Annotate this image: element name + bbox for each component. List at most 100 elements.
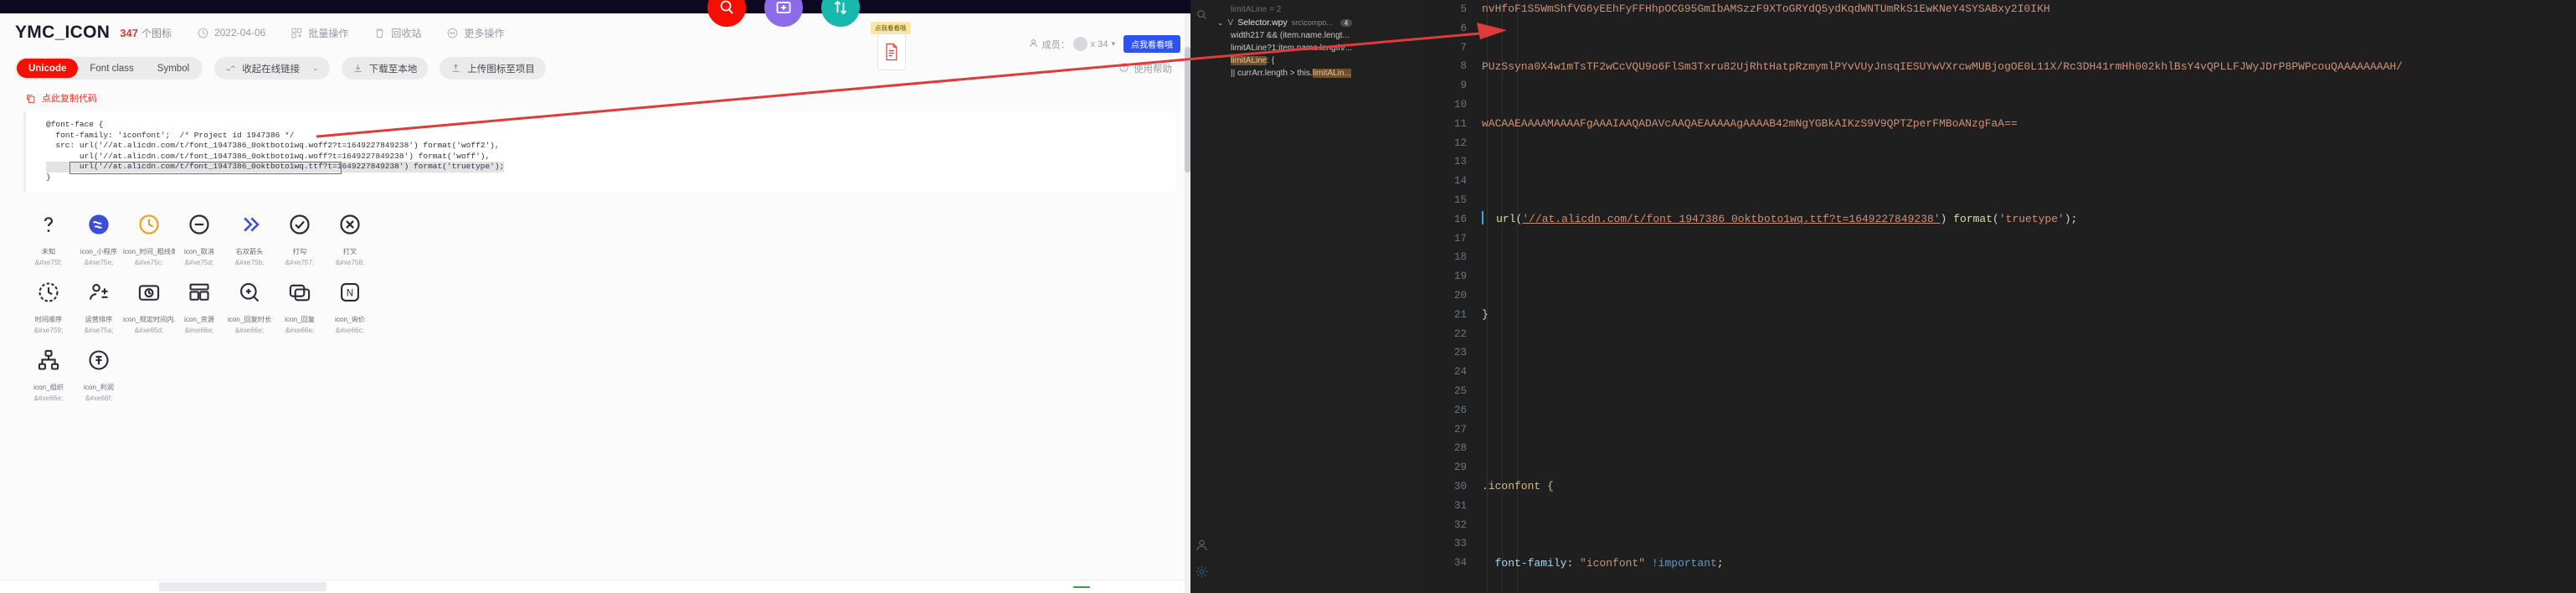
icon-count: 347	[120, 26, 138, 39]
base64-line: wACAAEAAAAMAAAAFgAAAIAAQADAVcAAQAEAAAAAg…	[1482, 117, 2018, 131]
tab-font-class[interactable]: Font class	[78, 59, 145, 78]
bottom-input-chip[interactable]	[159, 582, 326, 591]
icon-name: icon_回复	[285, 315, 315, 323]
icon-name: 打叉	[342, 247, 357, 255]
add-fab[interactable]	[764, 0, 803, 27]
more-operations-button[interactable]: 更多操作	[446, 26, 504, 40]
collapse-online-link-label: 收起在线链接	[242, 64, 301, 75]
chevron-down-icon[interactable]: ⌄	[312, 64, 319, 73]
copy-code-notice[interactable]: 点此复制代码	[25, 91, 1190, 105]
upload-icons-button[interactable]: 上传图标至项目	[440, 57, 546, 80]
search-result-text: : {	[1267, 56, 1275, 65]
chevron-down-icon[interactable]: ▾	[1111, 39, 1115, 49]
list-item[interactable]: icon_规定时间内... &#xe65d;	[123, 278, 175, 334]
line-number: 32	[1453, 518, 1467, 531]
list-item[interactable]: 打叉 &#xe758;	[325, 210, 375, 266]
list-item[interactable]: icon_取消 &#xe75d;	[174, 210, 224, 266]
page-scrollbar-thumb[interactable]	[1185, 47, 1190, 173]
recycle-bin-button[interactable]: 回收站	[373, 26, 421, 40]
tab-unicode[interactable]: Unicode	[17, 59, 79, 78]
app-screen: YMC_ICON 347 个图标 2022-04-06 批量操作 回收站 更多操…	[0, 0, 2576, 593]
mini-program-icon	[85, 210, 113, 239]
project-date: 2022-04-06	[197, 27, 265, 39]
account-icon[interactable]	[1195, 538, 1209, 556]
line-number: 29	[1453, 462, 1467, 474]
line-number: 33	[1453, 538, 1467, 550]
search-results-panel: limitALine = 2 ⌄ V Selector.wpy src\comp…	[1212, 0, 1422, 593]
search-result-row[interactable]: width217 && (item.name.lengt...	[1212, 29, 1422, 42]
code-line-3: url('//at.alicdn.com/t/font_1947386_0okt…	[46, 151, 491, 161]
editor-code-area[interactable]: nvHfoF1S5WmShfVG6yEEhFyFFHhpOCG95GmIbAMS…	[1482, 0, 2576, 593]
line-number: 7	[1460, 41, 1467, 54]
line-number: 22	[1453, 327, 1467, 340]
list-item[interactable]: icon_利润 &#xe66f;	[74, 346, 124, 402]
check-circle-icon	[285, 210, 314, 239]
list-item[interactable]: 时间顺序 &#xe759;	[23, 278, 74, 334]
question-circle-icon	[1118, 62, 1129, 75]
search-result-row[interactable]: limitALine?1:item.name.length/...	[1212, 42, 1422, 54]
list-item[interactable]: icon_时间_粗线条 &#xe75c;	[123, 210, 175, 266]
gear-icon[interactable]	[1195, 565, 1209, 583]
line-number: 14	[1453, 175, 1467, 188]
icon-name: icon_时间_粗线条	[123, 247, 175, 255]
chevron-down-icon[interactable]: ⌄	[1217, 18, 1224, 28]
bottom-green-button[interactable]	[1073, 585, 1090, 588]
icon-code: &#xe757;	[285, 258, 315, 266]
project-members-area: 成员： x 34 ▾ 点我看看哦	[1028, 35, 1180, 53]
icon-name: 运营排序	[85, 315, 113, 323]
sort-fab[interactable]	[821, 0, 860, 27]
collapse-online-link-button[interactable]: 收起在线链接 ⌄	[214, 57, 330, 80]
list-item[interactable]: 未知 &#xe75f;	[23, 210, 74, 266]
icon-name: icon_利润	[84, 383, 114, 391]
search-result-row[interactable]: || currArr.length > this.limitALin...	[1212, 67, 1422, 80]
batch-operation-button[interactable]: 批量操作	[291, 26, 348, 40]
list-item[interactable]: icon_资源 &#xe66e;	[174, 278, 224, 334]
x-circle-icon	[336, 210, 364, 239]
search-result-row[interactable]: limitALine: {	[1212, 54, 1422, 67]
list-item[interactable]: icon_组织 &#xe66e;	[23, 346, 74, 402]
iconfont-web-page: YMC_ICON 347 个图标 2022-04-06 批量操作 回收站 更多操…	[0, 0, 1190, 593]
format-tab-group: Unicode Font class Symbol	[15, 57, 203, 80]
search-result-match-count: 4	[1339, 18, 1353, 27]
members-info[interactable]: 成员： x 34 ▾	[1028, 37, 1115, 51]
list-item[interactable]: icon_回复时长 &#xe66e;	[224, 278, 275, 334]
list-item[interactable]: icon_小程序 &#xe75e;	[74, 210, 124, 266]
code-line-5: }	[46, 172, 51, 182]
font-url-string[interactable]: '//at.alicdn.com/t/font_1947386_0oktboto…	[1522, 213, 1940, 225]
search-activity-icon[interactable]	[1195, 8, 1208, 25]
profit-icon	[85, 346, 113, 374]
icon-code: &#xe66e;	[184, 326, 214, 334]
icon-name: icon_资源	[184, 315, 214, 323]
search-result-file-header[interactable]: ⌄ V Selector.wpy src\compo... 4	[1212, 16, 1422, 29]
search-result-text: width217 && (item.name.lengt...	[1231, 31, 1350, 40]
icon-code: &#xe66e;	[234, 326, 265, 334]
list-item[interactable]: N icon_询价 &#xe66c;	[325, 278, 375, 334]
help-link[interactable]: 使用帮助	[1118, 62, 1172, 75]
search-result-file-path: src\compo...	[1291, 18, 1333, 27]
important-flag: !important	[1645, 556, 1717, 570]
tooltip-badge: 点我看看哦	[871, 22, 911, 34]
more-operations-label: 更多操作	[464, 27, 505, 39]
cta-button[interactable]: 点我看看哦	[1123, 35, 1180, 53]
search-result-match: limitALin...	[1312, 69, 1351, 78]
list-item[interactable]: 打勾 &#xe757;	[275, 210, 325, 266]
download-local-button[interactable]: 下载至本地	[341, 57, 429, 80]
page-scrollbar-track[interactable]	[1185, 13, 1190, 593]
list-item[interactable]: icon_回复 &#xe66e;	[275, 278, 325, 334]
batch-icon	[291, 27, 303, 39]
floating-action-buttons	[707, 0, 860, 27]
cancel-icon	[185, 210, 213, 239]
list-item[interactable]: 运营排序 &#xe75a;	[74, 278, 124, 334]
code-editor[interactable]: 5 6 7 8 9 10 11 12 13 14 15 16 17 18 19 …	[1422, 0, 2576, 593]
icon-count-unit: 个图标	[141, 27, 172, 39]
line-number: 26	[1453, 404, 1467, 416]
icon-name: 打勾	[292, 247, 307, 255]
clock-order-icon	[34, 278, 63, 307]
list-item[interactable]: 右双箭头 &#xe75b;	[224, 210, 275, 266]
search-fab[interactable]	[707, 0, 746, 27]
line-number: 23	[1453, 347, 1467, 359]
base64-line: PUzSsyna0X4w1mTsTF2wCcVQU9o6FlSm3Txru82U…	[1482, 59, 2403, 73]
tab-symbol[interactable]: Symbol	[146, 59, 201, 78]
css-value: "iconfont"	[1580, 556, 1646, 570]
